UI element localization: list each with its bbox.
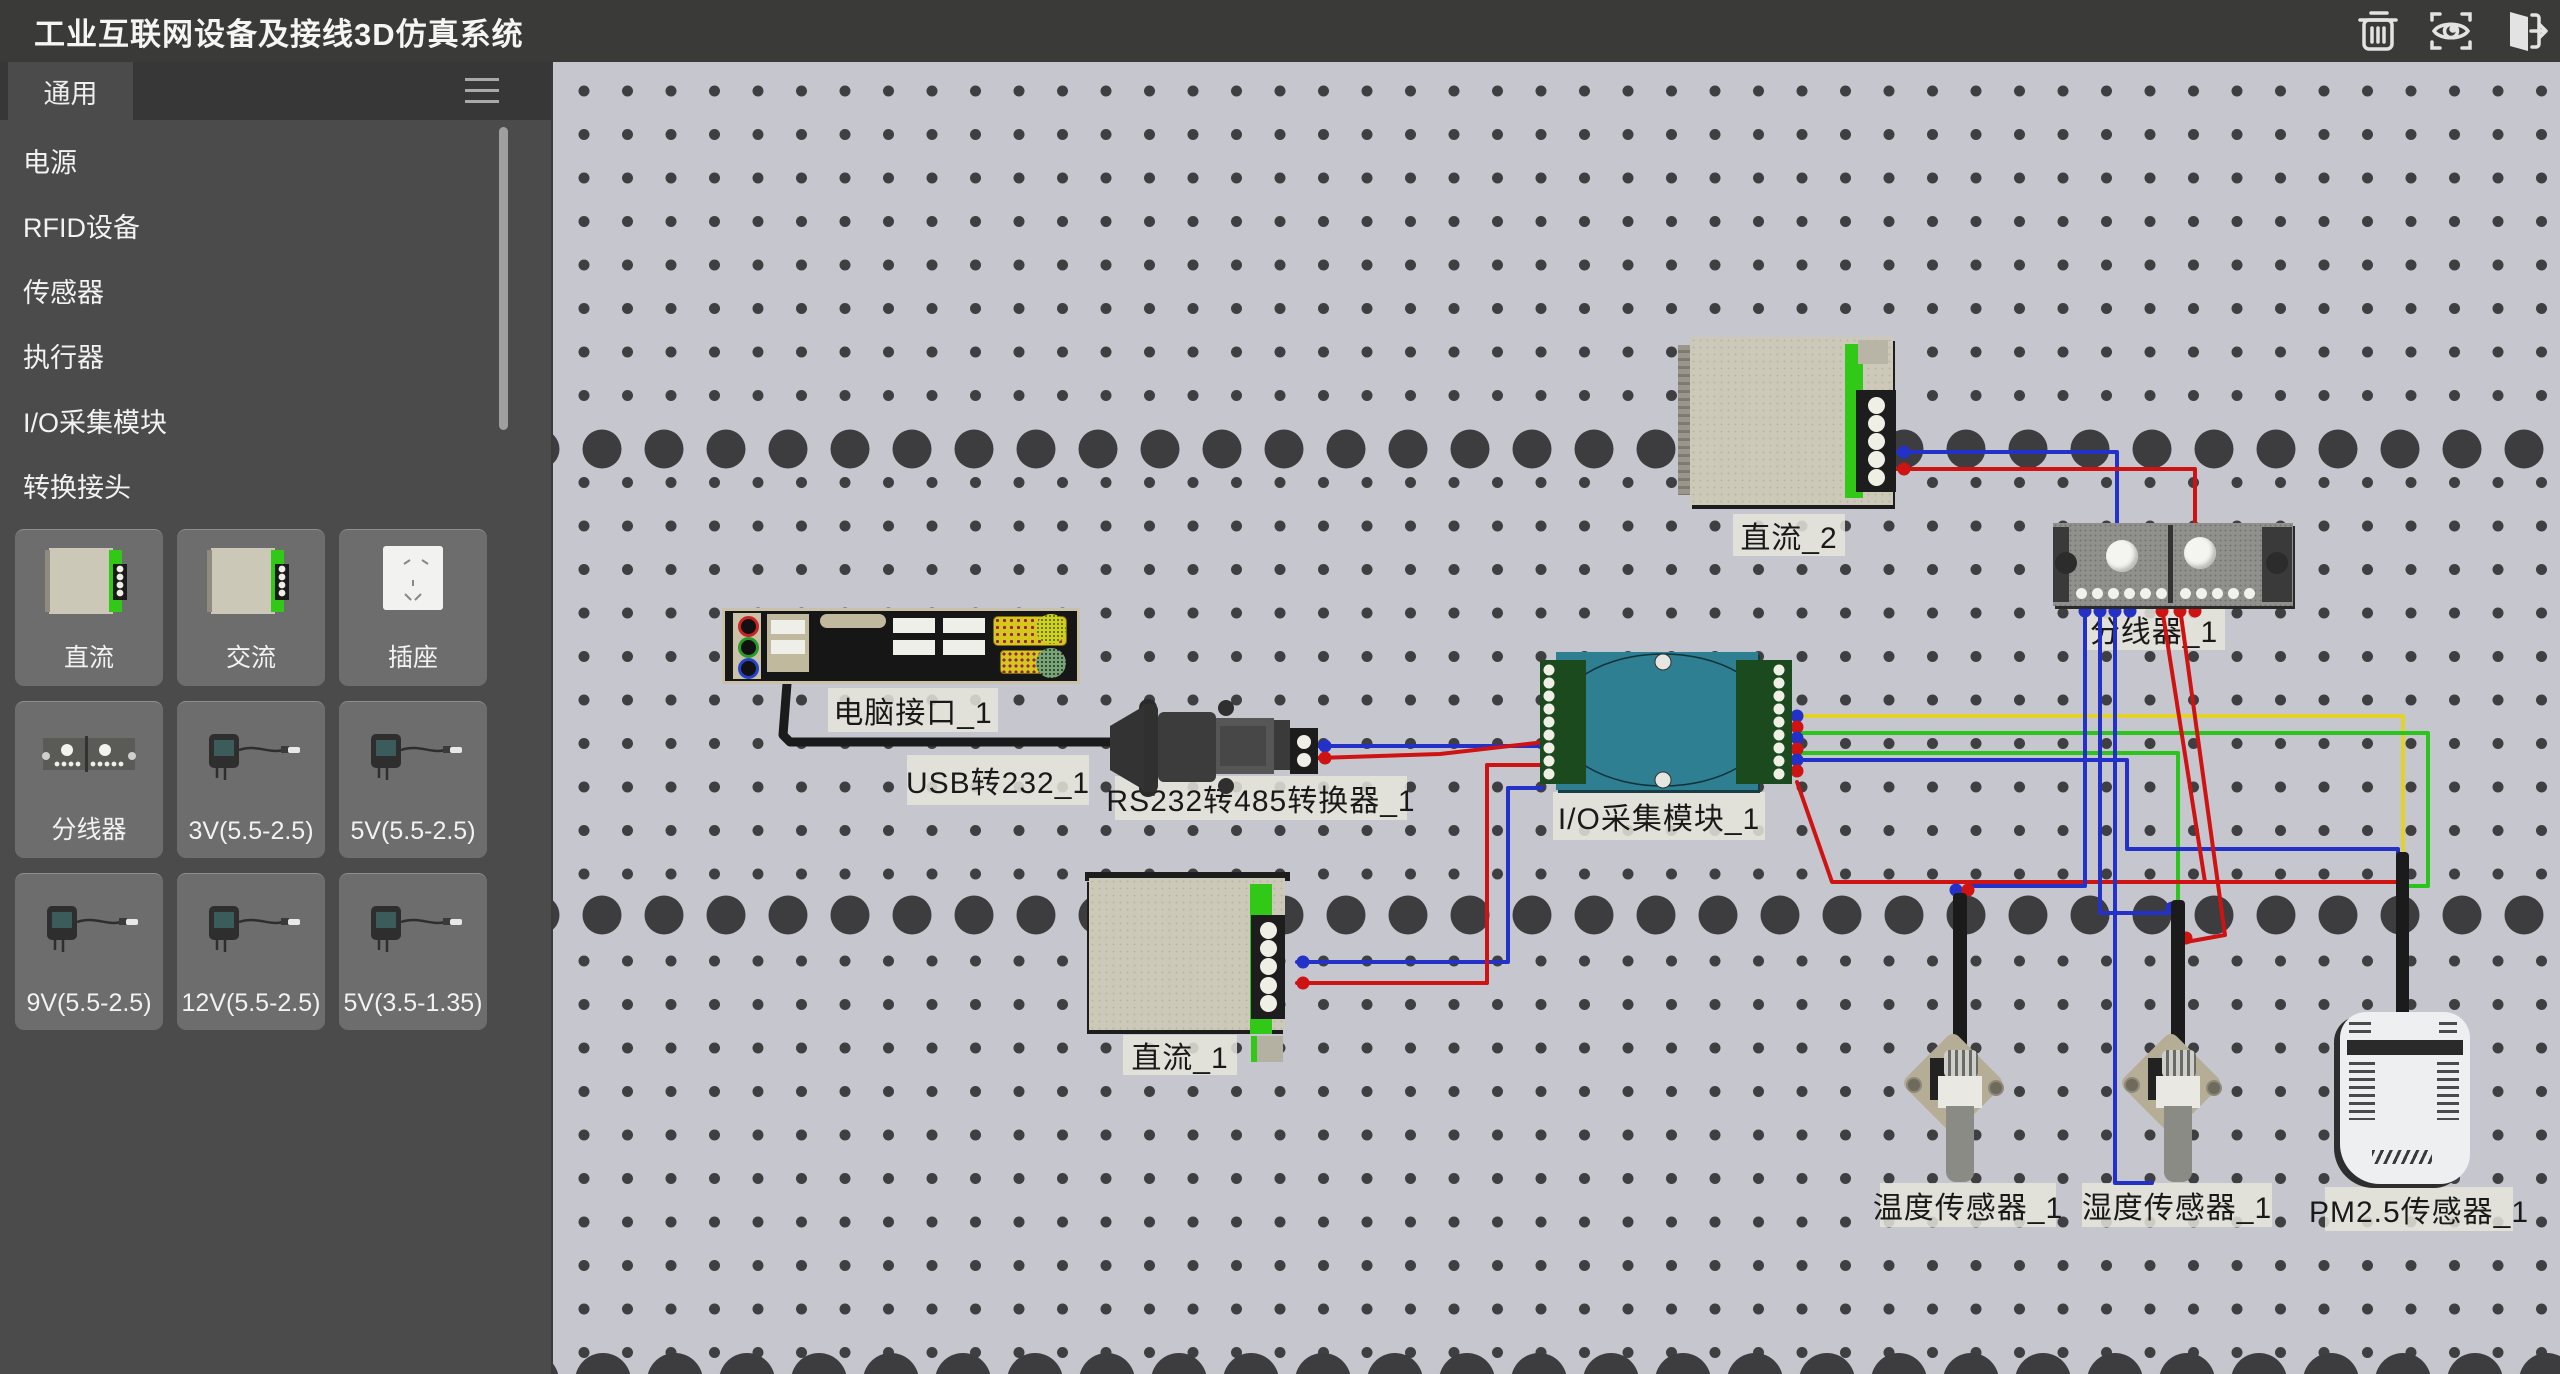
palette-card-adapter-8[interactable]: 5V(3.5-1.35) bbox=[339, 873, 487, 1030]
top-bar: 工业互联网设备及接线3D仿真系统 bbox=[0, 0, 2560, 62]
view-icon[interactable] bbox=[2422, 4, 2480, 58]
sidebar-item-4[interactable]: I/O采集模块 bbox=[0, 388, 551, 453]
palette-card-socket-2[interactable]: 插座 bbox=[339, 529, 487, 686]
palette-card-label: 5V(5.5-2.5) bbox=[339, 817, 487, 846]
palette-card-label: 分线器 bbox=[15, 810, 163, 846]
sidebar-item-3[interactable]: 执行器 bbox=[0, 323, 551, 388]
socket-thumbnail bbox=[339, 536, 487, 632]
palette-card-splitter-3[interactable]: 分线器 bbox=[15, 701, 163, 858]
sidebar-item-1[interactable]: RFID设备 bbox=[0, 193, 551, 258]
palette-card-adapter-6[interactable]: 9V(5.5-2.5) bbox=[15, 873, 163, 1030]
palette-card-adapter-7[interactable]: 12V(5.5-2.5) bbox=[177, 873, 325, 1030]
sidebar: 通用 电源RFID设备传感器执行器I/O采集模块转换接头 直流 交流 插座 分线… bbox=[0, 62, 553, 1374]
splitter-thumbnail bbox=[15, 708, 163, 804]
app-title: 工业互联网设备及接线3D仿真系统 bbox=[34, 9, 524, 54]
adapter-thumbnail bbox=[339, 880, 487, 976]
palette-card-label: 3V(5.5-2.5) bbox=[177, 817, 325, 846]
exit-icon[interactable] bbox=[2494, 4, 2552, 58]
delete-icon[interactable] bbox=[2350, 4, 2408, 58]
menu-icon[interactable] bbox=[465, 78, 499, 104]
adapter-thumbnail bbox=[177, 708, 325, 804]
palette-card-label: 9V(5.5-2.5) bbox=[15, 989, 163, 1018]
palette-card-dc-0[interactable]: 直流 bbox=[15, 529, 163, 686]
palette-card-dc-1[interactable]: 交流 bbox=[177, 529, 325, 686]
menu-scrollbar[interactable] bbox=[499, 127, 508, 430]
app-window: 直流_2 分线器_1 电脑接口_1 USB转232_1 RS232转485转换器… bbox=[0, 0, 2560, 1374]
adapter-thumbnail bbox=[177, 880, 325, 976]
sidebar-item-5[interactable]: 转换接头 bbox=[0, 453, 551, 518]
palette-card-label: 5V(3.5-1.35) bbox=[339, 989, 487, 1018]
palette-card-label: 交流 bbox=[177, 638, 325, 674]
component-palette: 直流 交流 插座 分线器 3V(5.5-2.5) 5V(5.5-2.5) 9V(… bbox=[15, 529, 537, 1030]
tab-general[interactable]: 通用 bbox=[8, 62, 133, 120]
adapter-thumbnail bbox=[339, 708, 487, 804]
palette-card-label: 12V(5.5-2.5) bbox=[177, 989, 325, 1018]
dc-thumbnail bbox=[177, 536, 325, 632]
dc-thumbnail bbox=[15, 536, 163, 632]
palette-card-label: 插座 bbox=[339, 638, 487, 674]
adapter-thumbnail bbox=[15, 880, 163, 976]
sidebar-item-0[interactable]: 电源 bbox=[0, 128, 551, 193]
palette-card-adapter-5[interactable]: 5V(5.5-2.5) bbox=[339, 701, 487, 858]
category-menu: 电源RFID设备传感器执行器I/O采集模块转换接头 bbox=[0, 128, 551, 518]
palette-card-label: 直流 bbox=[15, 638, 163, 674]
sidebar-item-2[interactable]: 传感器 bbox=[0, 258, 551, 323]
sidebar-tab-bar: 通用 bbox=[0, 62, 551, 120]
palette-card-adapter-4[interactable]: 3V(5.5-2.5) bbox=[177, 701, 325, 858]
